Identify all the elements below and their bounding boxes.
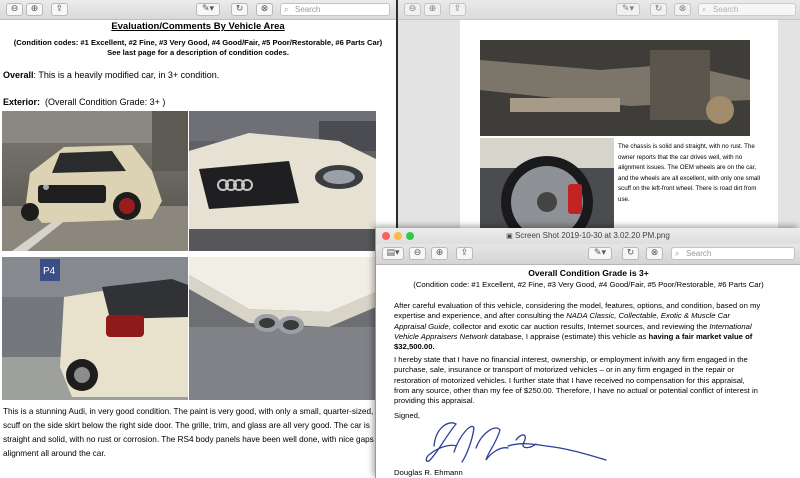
para-text: database, I appraise (estimate) this veh… <box>487 331 649 341</box>
para-text: , collector and exotic car auction resul… <box>448 321 710 331</box>
para-line: purchase, sale, insurance or transport o… <box>394 365 735 375</box>
search-placeholder: Search <box>686 249 712 258</box>
overall-text: : This is a heavily modified car, in 3+ … <box>33 70 220 80</box>
overall-label: Overall <box>3 70 34 80</box>
zoom-in-button[interactable]: ⊕ <box>424 3 441 16</box>
wheel-photo <box>480 138 614 230</box>
search-icon: ⌕ <box>284 5 289 14</box>
caption-line: alignment issues. The OEM wheels are on … <box>618 164 757 171</box>
para-line: After careful evaluation of this vehicle… <box>394 301 761 310</box>
left-toolbar: ⊖ ⊕ ⇪ ✎▾ ↻ ⊗ ⌕ Search <box>0 0 396 20</box>
right-page: The chassis is solid and straight, with … <box>460 20 778 230</box>
para-line: restoration of motorized vehicles. I fur… <box>394 375 745 385</box>
caption-line: scuff on the left-front wheel. There is … <box>618 185 757 192</box>
search-placeholder: Search <box>713 5 739 14</box>
body-line: scuff on the side skirt below the right … <box>3 421 370 430</box>
highlight-button[interactable]: ⊗ <box>256 3 273 16</box>
ivan-title-cont: Vehicle Appraisers Network <box>394 331 488 341</box>
zoom-out-button[interactable]: ⊖ <box>409 247 426 260</box>
front-preview-window: ▣ Screen Shot 2019-10-30 at 3.02.20 PM.p… <box>375 228 800 478</box>
zoom-out-button[interactable]: ⊖ <box>6 3 23 16</box>
markup-pen-button[interactable]: ✎▾ <box>588 247 612 260</box>
para-line: from any source, other than my fee of $2… <box>394 385 758 395</box>
para-line: providing this appraisal. <box>394 396 475 406</box>
exhaust-tips-photo <box>189 257 376 400</box>
rotate-button[interactable]: ↻ <box>650 3 667 16</box>
highlight-button[interactable]: ⊗ <box>646 247 663 260</box>
exterior-grade: (Overall Condition Grade: 3+ ) <box>45 97 166 107</box>
para-line: Appraisal Guide, collector and exotic ca… <box>394 322 796 332</box>
condition-codes: (Condition codes: #1 Excellent, #2 Fine,… <box>13 38 383 47</box>
body-line: straight and solid, with no rust or corr… <box>3 435 381 444</box>
signer-name: Douglas R. Ehmann <box>394 468 463 477</box>
para-line: expertise and experience, and after cons… <box>394 311 796 321</box>
zoom-in-button[interactable]: ⊕ <box>26 3 43 16</box>
exterior-line: Exterior: (Overall Condition Grade: 3+ ) <box>3 97 165 107</box>
search-icon: ⌕ <box>675 249 680 258</box>
markup-pen-button[interactable]: ✎▾ <box>616 3 640 16</box>
search-placeholder: Search <box>295 5 321 14</box>
fair-market-value-label: having a fair market value of <box>648 331 753 341</box>
window-title-text: Screen Shot 2019-10-30 at 3.02.20 PM.png <box>515 231 670 240</box>
search-icon: ⌕ <box>702 5 707 14</box>
condition-codes: (Condition code: #1 Excellent, #2 Fine, … <box>413 280 764 289</box>
right-preview-window: ⊖ ⊕ ⇪ ✎▾ ↻ ⊗ ⌕ Search The chassis is sol… <box>398 0 800 230</box>
page-title: Evaluation/Comments By Vehicle Area <box>111 21 285 32</box>
exterior-body-text: This is a stunning Audi, in very good co… <box>3 405 381 461</box>
exterior-label: Exterior: <box>3 97 41 107</box>
front-titlebar: ▣ Screen Shot 2019-10-30 at 3.02.20 PM.p… <box>376 228 800 244</box>
front-search-field[interactable]: ⌕ Search <box>671 247 795 260</box>
zoom-out-button[interactable]: ⊖ <box>404 3 421 16</box>
disclosure-paragraph: I hereby state that I have no financial … <box>394 355 796 406</box>
right-search-field[interactable]: ⌕ Search <box>698 3 796 16</box>
right-toolbar: ⊖ ⊕ ⇪ ✎▾ ↻ ⊗ ⌕ Search <box>398 0 800 20</box>
window-title: ▣ Screen Shot 2019-10-30 at 3.02.20 PM.p… <box>376 231 800 240</box>
para-line: $32,500.00. <box>394 342 796 352</box>
caption-line: owner reports that the car drives well, … <box>618 153 743 161</box>
chassis-caption: The chassis is solid and straight, with … <box>618 142 760 205</box>
grade-title: Overall Condition Grade is 3+ <box>528 268 649 278</box>
nada-guide-title: NADA Classic, Collectable, Exotic & Musc… <box>566 311 730 321</box>
front-toolbar: ▤▾ ⊖ ⊕ ⇪ ✎▾ ↻ ⊗ ⌕ Search <box>376 244 800 265</box>
caption-line: use. <box>618 195 630 203</box>
car-rear-quarter-photo: P4 <box>2 257 188 400</box>
para-text: expertise and experience, and after cons… <box>394 311 567 321</box>
ivan-title: International <box>709 321 752 331</box>
rotate-button[interactable]: ↻ <box>622 247 639 260</box>
markup-pen-button[interactable]: ✎▾ <box>196 3 220 16</box>
left-preview-window: ⊖ ⊕ ⇪ ✎▾ ↻ ⊗ ⌕ Search Evaluation/Comment… <box>0 0 396 478</box>
zoom-in-button[interactable]: ⊕ <box>431 247 448 260</box>
appraisal-paragraph: After careful evaluation of this vehicle… <box>394 301 796 352</box>
highlight-button[interactable]: ⊗ <box>674 3 691 16</box>
condition-codes-note: See last page for a description of condi… <box>107 48 289 57</box>
share-button[interactable]: ⇪ <box>456 247 473 260</box>
image-file-icon: ▣ <box>506 233 513 240</box>
para-line: Vehicle Appraisers Network database, I a… <box>394 332 796 342</box>
signature-image <box>425 422 607 463</box>
car-grille-photo <box>189 111 376 251</box>
car-front-quarter-photo <box>2 111 188 251</box>
share-button[interactable]: ⇪ <box>51 3 68 16</box>
caption-line: and the wheels are all excellent, with o… <box>618 174 761 182</box>
undercarriage-photo <box>480 40 750 136</box>
share-button[interactable]: ⇪ <box>449 3 466 16</box>
sidebar-toggle-button[interactable]: ▤▾ <box>382 247 404 260</box>
caption-line: The chassis is solid and straight, with … <box>618 143 755 150</box>
body-line: This is a stunning Audi, in very good co… <box>3 407 374 416</box>
parking-sign-label: P4 <box>43 266 56 277</box>
overall-line: Overall: This is a heavily modified car,… <box>3 70 219 80</box>
body-line: alignment all around the car. <box>3 449 106 458</box>
rotate-button[interactable]: ↻ <box>231 3 248 16</box>
fair-market-value: $32,500.00. <box>394 342 435 352</box>
nada-guide-title-cont: Appraisal Guide <box>394 321 449 331</box>
left-search-field[interactable]: ⌕ Search <box>280 3 390 16</box>
para-line: I hereby state that I have no financial … <box>394 355 748 364</box>
